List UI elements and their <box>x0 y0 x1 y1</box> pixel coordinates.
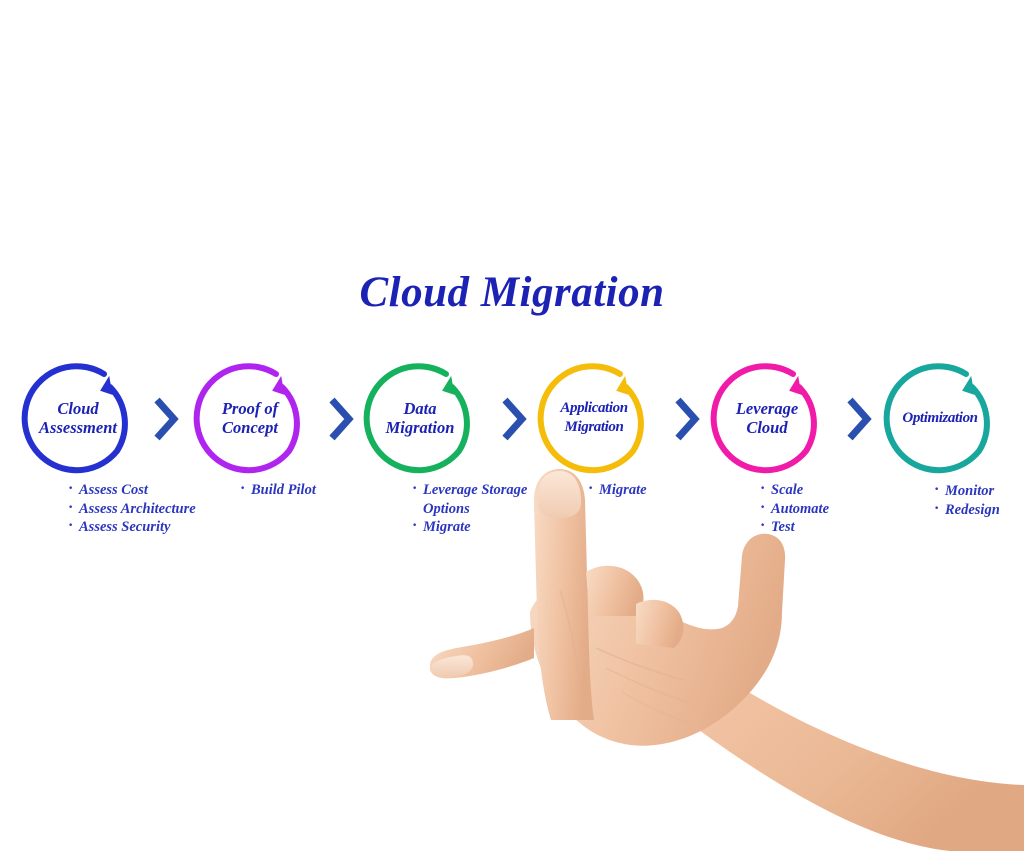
index-finger-shape <box>533 468 594 720</box>
list-item: Migrate <box>412 517 527 537</box>
list-item: Build Pilot <box>240 480 316 500</box>
list-item: Redesign <box>934 500 1000 520</box>
circular-arrow-icon-5 <box>707 358 827 478</box>
list-item: Assess Architecture <box>68 499 196 519</box>
stage-node-application-migration[interactable]: Application Migration <box>534 358 654 478</box>
hand-shading-4 <box>559 589 581 689</box>
ring-finger-knuckle <box>636 599 684 648</box>
list-item: Leverage Storage <box>412 480 527 500</box>
list-item: Automate <box>760 499 829 519</box>
circular-arrow-icon-1 <box>18 358 138 478</box>
hand-shading-3 <box>621 691 693 725</box>
bullet-list-3: Leverage Storage Options Migrate <box>412 480 527 537</box>
circular-arrow-icon-3 <box>360 358 480 478</box>
palm-shape <box>530 533 786 746</box>
list-item-continuation: Options <box>423 500 470 517</box>
thumb-nail <box>430 655 474 678</box>
list-item: Assess Security <box>68 517 196 537</box>
bullet-list-2: Build Pilot <box>240 480 316 500</box>
middle-finger-knuckle <box>586 565 644 616</box>
chevron-right-icon-3 <box>500 396 528 442</box>
list-item: Test <box>760 517 829 537</box>
chevron-right-icon-1 <box>152 396 180 442</box>
stage-node-proof-of-concept[interactable]: Proof of Concept <box>190 358 310 478</box>
circular-arrow-icon-4 <box>534 358 654 478</box>
stage-node-cloud-assessment[interactable]: Cloud Assessment <box>18 358 138 478</box>
list-item: Assess Cost <box>68 480 196 500</box>
hand-shading-1 <box>595 647 685 681</box>
list-item: Migrate <box>588 480 647 500</box>
stage-node-leverage-cloud[interactable]: Leverage Cloud <box>707 358 827 478</box>
forearm-shape <box>580 612 1024 851</box>
chevron-right-icon-2 <box>327 396 355 442</box>
hand-shading-2 <box>605 667 689 703</box>
diagram-canvas: Cloud Migration Cloud Assessment Assess … <box>0 0 1024 851</box>
list-item: Scale <box>760 480 829 500</box>
circular-arrow-icon-2 <box>190 358 310 478</box>
bullet-list-4: Migrate <box>588 480 647 500</box>
bullet-list-5: Scale Automate Test <box>760 480 829 537</box>
bullet-list-1: Assess Cost Assess Architecture Assess S… <box>68 480 196 537</box>
chevron-right-icon-5 <box>845 396 873 442</box>
bullet-list-6: Monitor Redesign <box>934 481 1000 520</box>
stage-node-data-migration[interactable]: Data Migration <box>360 358 480 478</box>
page-title: Cloud Migration <box>359 269 665 316</box>
circular-arrow-icon-6 <box>880 358 1000 478</box>
stage-node-optimization[interactable]: Optimization <box>880 358 1000 478</box>
chevron-right-icon-4 <box>673 396 701 442</box>
list-item: Monitor <box>934 481 1000 501</box>
thumb-shape <box>430 628 534 679</box>
